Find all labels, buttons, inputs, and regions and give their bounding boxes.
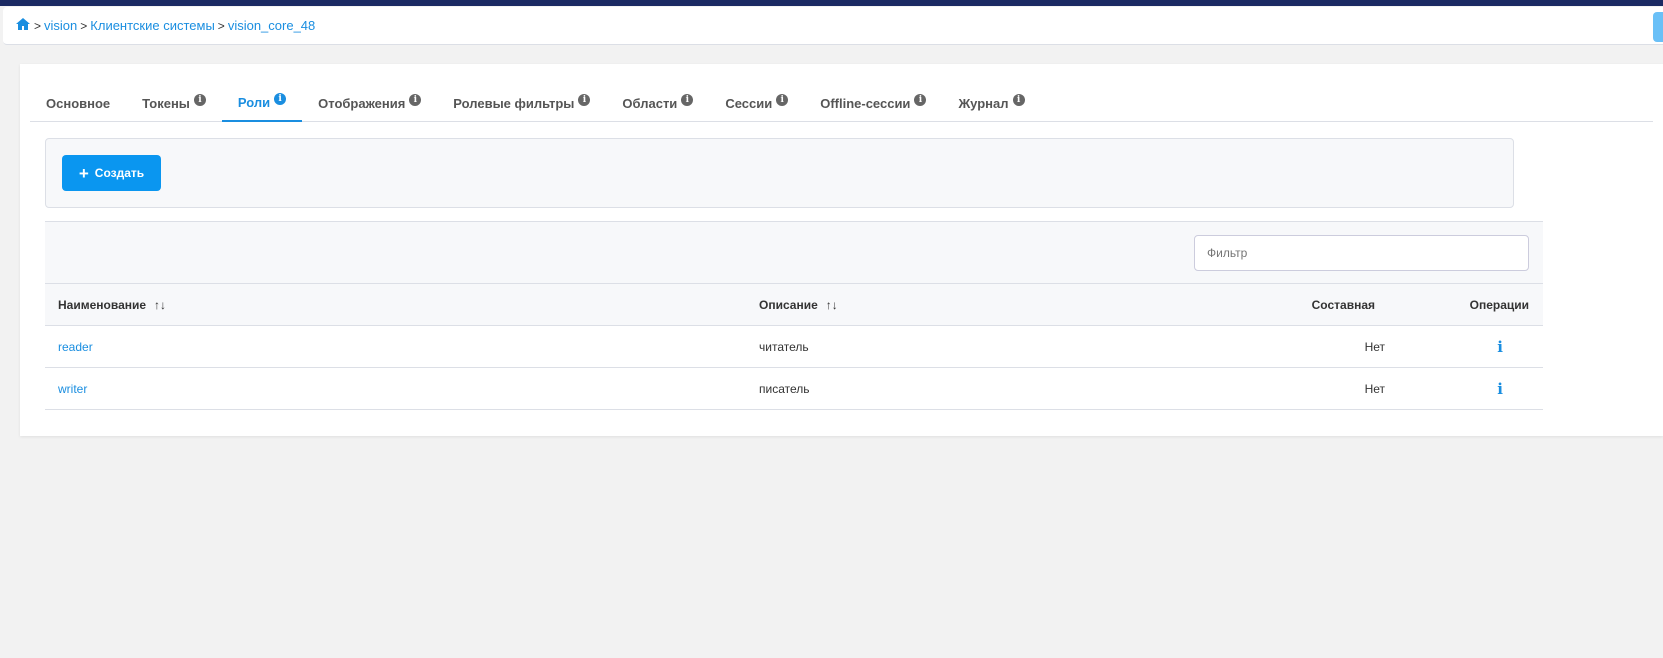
filter-input[interactable]	[1194, 235, 1529, 271]
chevron-right-icon: >	[80, 18, 88, 33]
tab-label: Токены	[142, 95, 190, 111]
tab-offline-sessions[interactable]: Offline-сессии i	[804, 84, 942, 122]
info-icon[interactable]: i	[1497, 380, 1503, 398]
role-composite: Нет	[1253, 325, 1403, 368]
tab-label: Основное	[46, 95, 111, 111]
user-menu-button[interactable]	[1653, 12, 1663, 42]
plus-icon: +	[78, 163, 89, 183]
role-description: читатель	[759, 325, 1253, 368]
tab-label: Роли	[237, 94, 271, 110]
breadcrumb-client[interactable]: vision_core_48	[228, 18, 315, 33]
breadcrumb-clients[interactable]: Клиентские системы	[90, 18, 215, 33]
info-icon: i	[409, 94, 422, 106]
column-composite: Составная	[1253, 283, 1403, 326]
column-name[interactable]: Наименование ↑↓	[45, 283, 759, 326]
tab-sessions[interactable]: Сессии i	[709, 84, 804, 122]
toolbar: + Создать	[45, 138, 1514, 208]
info-icon[interactable]: i	[1497, 338, 1503, 356]
header-label: Описание	[759, 297, 818, 312]
breadcrumb-vision[interactable]: vision	[44, 18, 77, 33]
tab-roles[interactable]: Роли i	[221, 84, 303, 122]
tab-label: Offline-сессии	[820, 95, 911, 111]
table-row: writer писатель Нет i	[45, 367, 1543, 410]
info-icon: i	[681, 94, 694, 106]
create-button[interactable]: + Создать	[62, 155, 161, 191]
role-link[interactable]: writer	[58, 382, 87, 396]
info-icon: i	[914, 94, 927, 106]
tab-label: Сессии	[725, 95, 773, 111]
home-icon[interactable]	[15, 17, 31, 34]
role-composite: Нет	[1253, 367, 1403, 410]
role-link[interactable]: reader	[58, 340, 93, 354]
tab-mappings[interactable]: Отображения i	[302, 84, 437, 122]
tab-scopes[interactable]: Области i	[606, 84, 709, 122]
filter-bar	[45, 221, 1543, 283]
info-icon: i	[578, 94, 591, 106]
create-label: Создать	[94, 166, 145, 180]
info-icon: i	[274, 93, 287, 105]
tab-label: Области	[622, 95, 678, 111]
top-bar	[0, 0, 1663, 6]
info-icon: i	[776, 94, 789, 106]
chevron-right-icon: >	[34, 18, 42, 33]
sort-icon[interactable]: ↑↓	[826, 298, 838, 312]
sort-icon[interactable]: ↑↓	[154, 298, 166, 312]
roles-table: Наименование ↑↓ Описание ↑↓ Составная Опер…	[45, 283, 1543, 410]
tab-role-filters[interactable]: Ролевые фильтры i	[437, 84, 606, 122]
tab-label: Ролевые фильтры	[453, 95, 575, 111]
tab-bar: Основное Токены i Роли i Отображения i Роле…	[30, 84, 1653, 122]
column-description[interactable]: Описание ↑↓	[759, 283, 1253, 326]
info-icon: i	[1012, 94, 1025, 106]
tab-tokens[interactable]: Токены i	[126, 84, 222, 122]
tab-label: Отображения	[318, 95, 406, 111]
tab-journal[interactable]: Журнал i	[942, 84, 1040, 122]
info-icon: i	[193, 94, 206, 106]
chevron-right-icon: >	[217, 18, 225, 33]
content-card: Основное Токены i Роли i Отображения i Роле…	[20, 64, 1663, 436]
tab-main[interactable]: Основное	[30, 84, 126, 122]
column-operations: Операции	[1403, 283, 1543, 326]
tab-label: Журнал	[958, 95, 1009, 111]
table-row: reader читатель Нет i	[45, 325, 1543, 368]
role-description: писатель	[759, 367, 1253, 410]
header-label: Наименование	[58, 297, 147, 312]
breadcrumb: > vision > Клиентские системы > vision_c…	[3, 7, 1663, 45]
